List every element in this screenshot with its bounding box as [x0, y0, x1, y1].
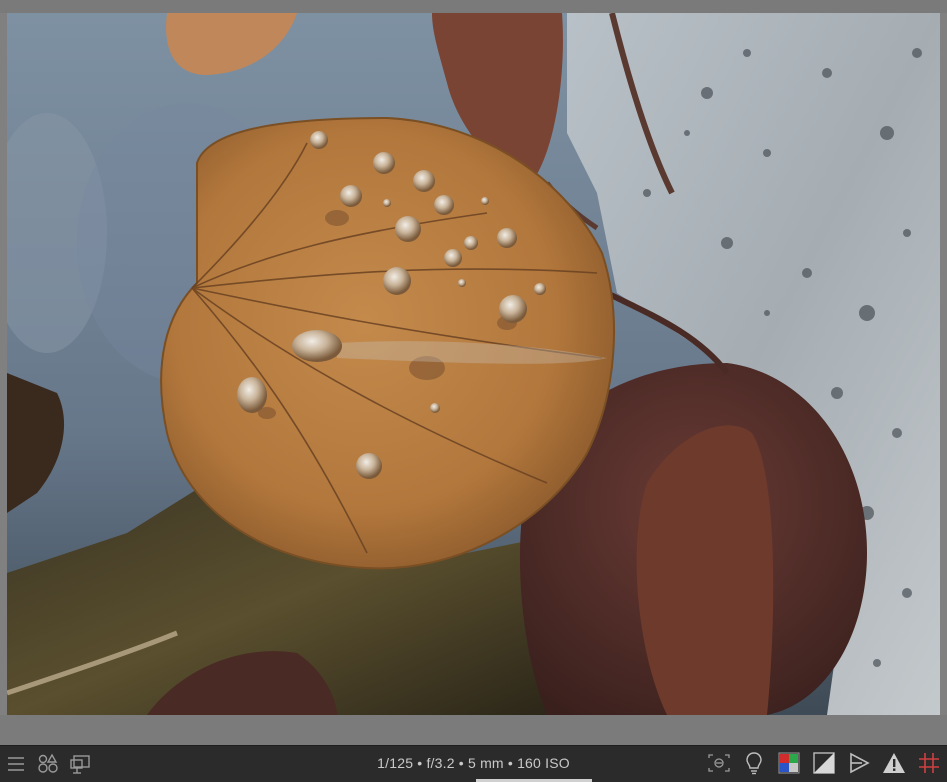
image-canvas[interactable]	[7, 13, 940, 715]
bottom-right-controls	[707, 751, 941, 775]
raw-overexposed-icon[interactable]	[882, 751, 906, 775]
guides-icon[interactable]	[917, 751, 941, 775]
photo	[7, 13, 940, 715]
bottom-panel: 1/125 • f/3.2 • 5 mm • 160 ISO	[0, 745, 947, 782]
color-assessment-icon[interactable]	[742, 751, 766, 775]
focus-peaking-icon[interactable]	[707, 751, 731, 775]
top-border	[0, 0, 947, 13]
soft-proof-icon[interactable]	[777, 751, 801, 775]
gamut-check-icon[interactable]	[847, 751, 871, 775]
overexposure-icon[interactable]	[812, 751, 836, 775]
filmstrip-gap	[0, 715, 947, 745]
